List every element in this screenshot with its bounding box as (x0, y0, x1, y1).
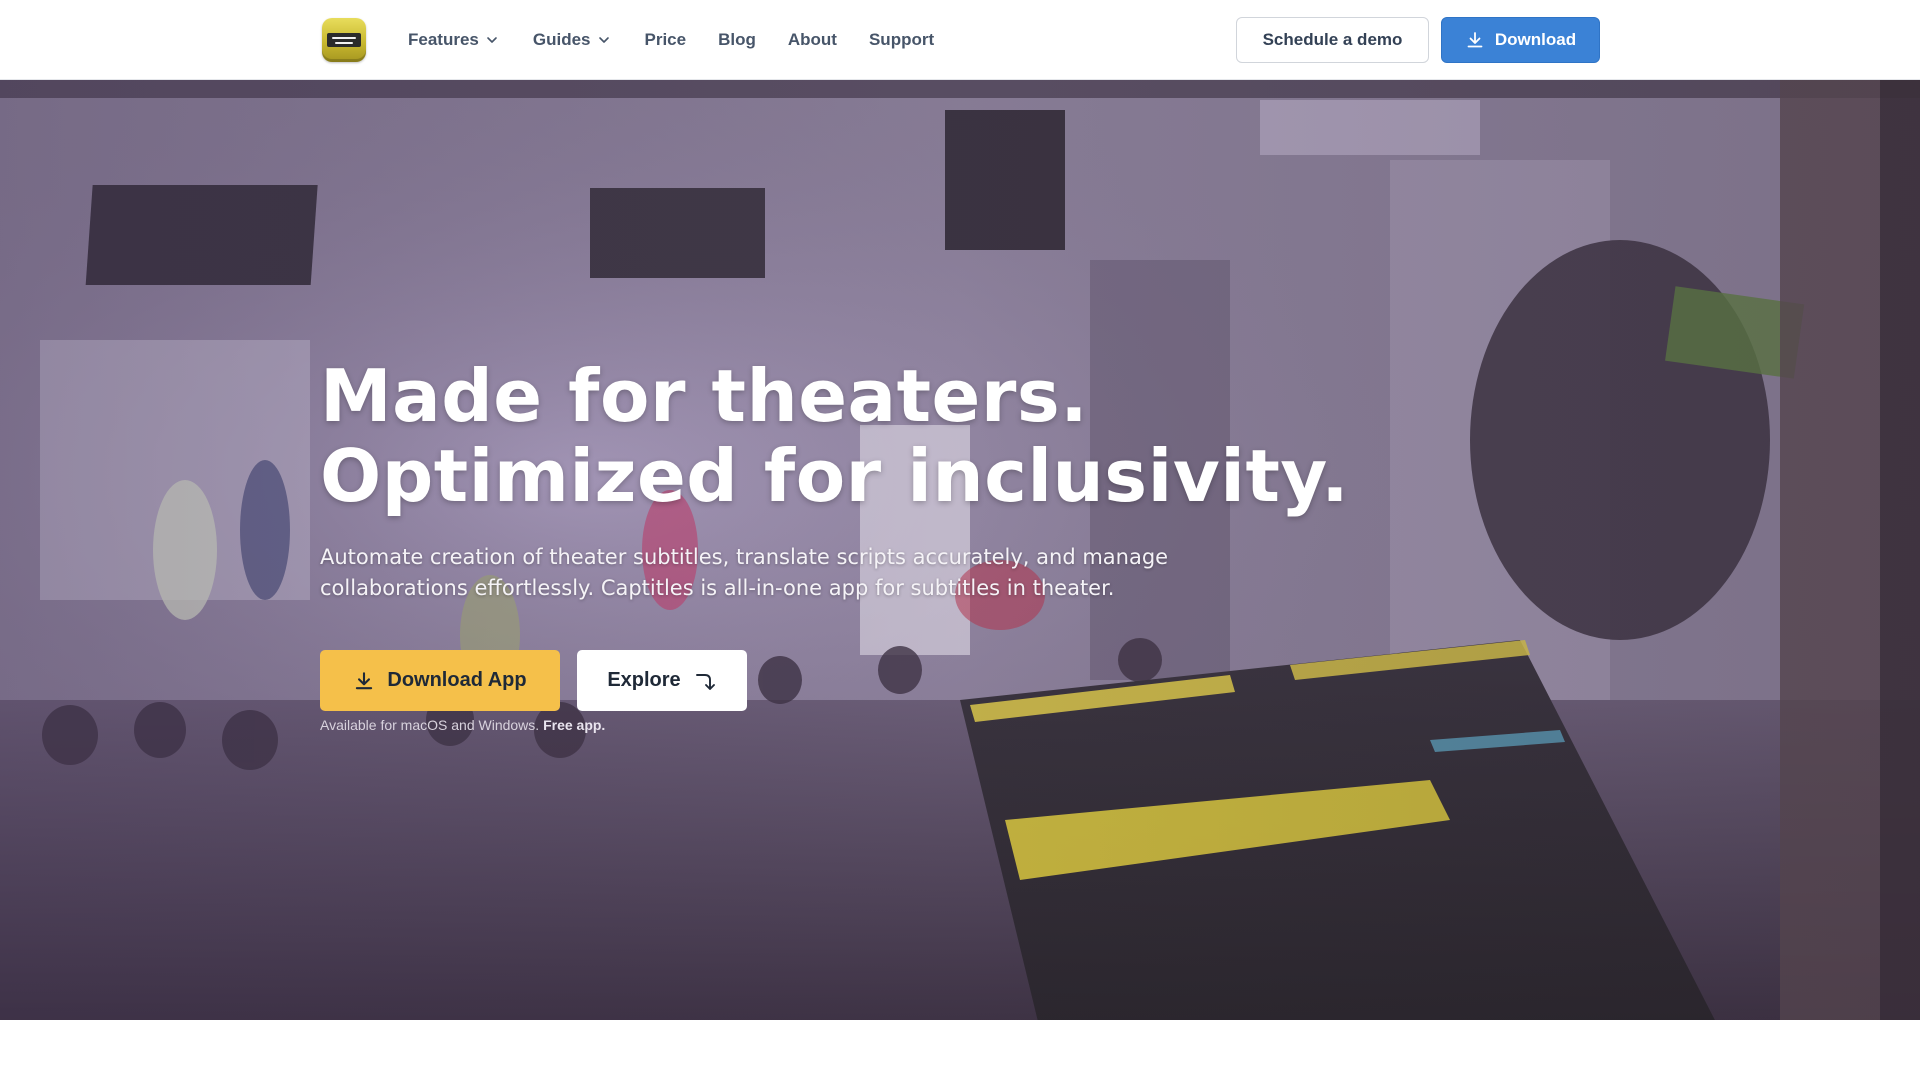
download-button[interactable]: Download (1441, 17, 1600, 63)
hero-content: Made for theaters. Optimized for inclusi… (320, 356, 1420, 733)
hero-title-line-2: Optimized for inclusivity. (320, 434, 1350, 518)
download-icon (356, 671, 373, 689)
hero-title-line-1: Made for theaters. (320, 354, 1089, 438)
download-app-label: Download App (387, 669, 527, 691)
free-app-text: Free app. (543, 717, 606, 733)
nav-item-label: Price (644, 30, 687, 49)
chevron-down-icon (598, 37, 609, 43)
download-icon (1467, 32, 1483, 48)
top-navbar: Features Guides Price Blog About Support… (0, 0, 1920, 80)
availability-note: Available for macOS and Windows. Free ap… (320, 717, 1420, 733)
nav-item-blog[interactable]: Blog (718, 30, 756, 50)
main-nav: Features Guides Price Blog About Support (408, 0, 966, 80)
schedule-demo-label: Schedule a demo (1262, 30, 1403, 49)
chevron-down-icon (487, 37, 497, 43)
explore-button[interactable]: Explore (577, 650, 747, 711)
nav-item-guides[interactable]: Guides (533, 30, 611, 50)
download-label: Download (1494, 30, 1577, 49)
nav-item-support[interactable]: Support (869, 30, 934, 50)
nav-item-features[interactable]: Features (408, 30, 499, 50)
nav-item-about[interactable]: About (788, 30, 837, 50)
nav-item-price[interactable]: Price (645, 30, 687, 50)
hero-section: Made for theaters. Optimized for inclusi… (0, 80, 1920, 1020)
explore-label: Explore (607, 669, 681, 691)
hero-cta-group: Download App Explore (320, 650, 1420, 711)
nav-item-label: About (787, 30, 837, 49)
hero-title: Made for theaters. Optimized for inclusi… (320, 356, 1420, 516)
nav-item-label: Blog (718, 30, 756, 49)
availability-text: Available for macOS and Windows. (320, 717, 540, 733)
nav-item-label: Support (868, 30, 935, 49)
download-app-button[interactable]: Download App (320, 650, 560, 711)
hero-subtitle: Automate creation of theater subtitles, … (320, 545, 1169, 600)
logo-screen-icon (327, 33, 361, 47)
schedule-demo-button[interactable]: Schedule a demo (1236, 17, 1429, 63)
arrow-curve-down-icon (695, 673, 715, 690)
nav-item-label: Guides (532, 30, 591, 49)
nav-item-label: Features (408, 30, 479, 49)
captitles-logo[interactable] (322, 18, 366, 62)
